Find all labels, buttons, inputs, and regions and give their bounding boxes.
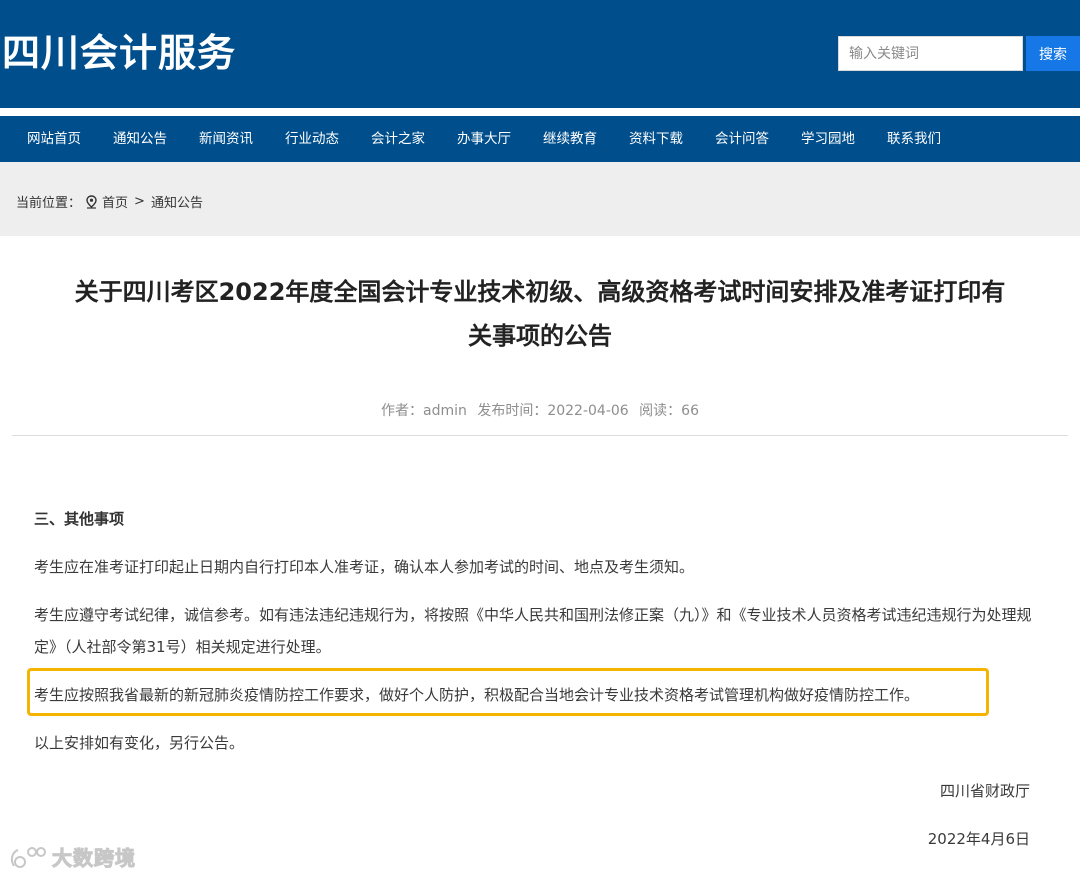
article-meta: 作者：admin 发布时间：2022-04-06 阅读：66 — [0, 400, 1080, 420]
breadcrumb-home-link[interactable]: 首页 — [102, 192, 128, 211]
paragraph-epidemic-prevention: 考生应按照我省最新的新冠肺炎疫情防控工作要求，做好个人防护，积极配合当地会计专业… — [34, 686, 920, 704]
author-value: admin — [423, 403, 467, 419]
site-title[interactable]: 四川会计服务 — [2, 30, 236, 76]
author-label: 作者：admin — [381, 403, 467, 419]
article-title-line-1: 关于四川考区2022年度全国会计专业技术初级、高级资格考试时间安排及准考证打印有 — [74, 278, 1006, 306]
article-title-line-2: 关事项的公告 — [468, 322, 612, 350]
nav-item-education[interactable]: 继续教育 — [527, 116, 613, 162]
nav-item-industry[interactable]: 行业动态 — [269, 116, 355, 162]
section-heading: 三、其他事项 — [34, 510, 125, 528]
nav-item-service-hall[interactable]: 办事大厅 — [441, 116, 527, 162]
nav-item-downloads[interactable]: 资料下载 — [613, 116, 699, 162]
breadcrumb-current-link[interactable]: 通知公告 — [151, 192, 203, 211]
nav-item-contact[interactable]: 联系我们 — [871, 116, 957, 162]
breadcrumb: 当前位置： 首页 > 通知公告 — [16, 192, 203, 211]
search-button[interactable]: 搜索 — [1026, 36, 1080, 71]
site-header: 四川会计服务 搜索 — [0, 0, 1080, 108]
paragraph-changes-notice: 以上安排如有变化，另行公告。 — [34, 734, 245, 752]
nav-item-notices[interactable]: 通知公告 — [97, 116, 183, 162]
watermark: 大数跨境 — [8, 842, 136, 871]
breadcrumb-separator: > — [134, 194, 145, 209]
header-gap — [0, 108, 1080, 116]
nav-item-home[interactable]: 网站首页 — [11, 116, 97, 162]
signature-date: 2022年4月6日 — [927, 830, 1030, 848]
watermark-text: 大数跨境 — [52, 846, 136, 871]
article-title: 关于四川考区2022年度全国会计专业技术初级、高级资格考试时间安排及准考证打印有… — [20, 270, 1060, 358]
meta-divider — [12, 435, 1068, 436]
search-input[interactable] — [838, 36, 1023, 71]
views-label: 阅读：66 — [639, 403, 699, 419]
breadcrumb-prefix: 当前位置： — [16, 196, 82, 211]
nav-item-learning[interactable]: 学习园地 — [785, 116, 871, 162]
signature-org: 四川省财政厅 — [939, 782, 1030, 800]
nav-item-accountant-home[interactable]: 会计之家 — [355, 116, 441, 162]
date-value: 2022-04-06 — [547, 403, 629, 419]
nav-item-news[interactable]: 新闻资讯 — [183, 116, 269, 162]
date-label: 发布时间：2022-04-06 — [477, 403, 629, 419]
main-nav: 网站首页 通知公告 新闻资讯 行业动态 会计之家 办事大厅 继续教育 资料下载 … — [0, 116, 1080, 162]
nav-item-qa[interactable]: 会计问答 — [699, 116, 785, 162]
paragraph-exam-discipline: 考生应遵守考试纪律，诚信参考。如有违法违纪违规行为，将按照《中华人民共和国刑法修… — [34, 606, 1032, 656]
watermark-logo-icon — [10, 846, 46, 868]
breadcrumb-bar: 当前位置： 首页 > 通知公告 — [0, 162, 1080, 236]
location-pin-icon — [86, 194, 97, 209]
paragraph-print-admission: 考生应在准考证打印起止日期内自行打印本人准考证，确认本人参加考试的时间、地点及考… — [34, 558, 695, 576]
views-value: 66 — [681, 403, 699, 419]
